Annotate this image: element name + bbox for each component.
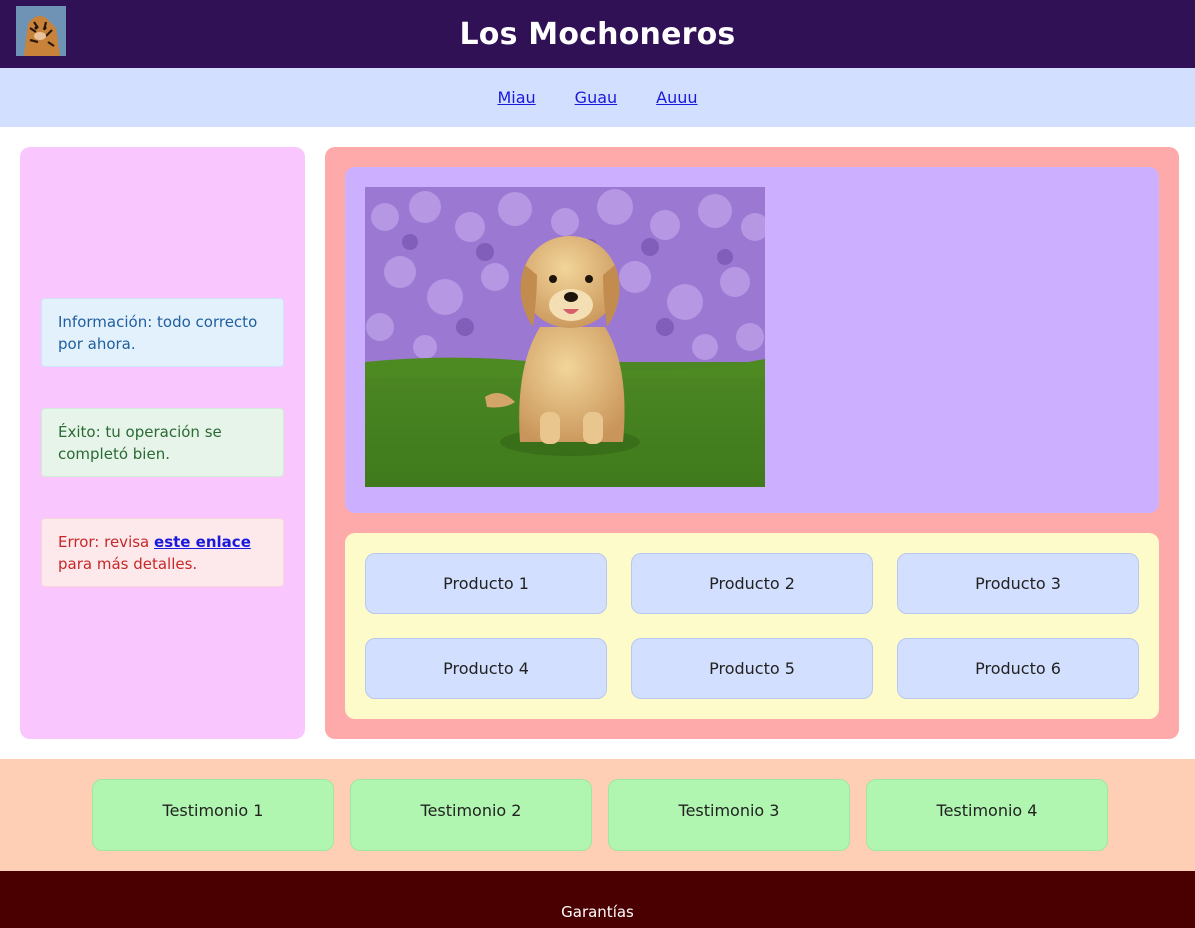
nav-link-miau[interactable]: Miau [497, 88, 535, 107]
product-card-2[interactable]: Producto 2 [631, 553, 873, 614]
products-section: Producto 1 Producto 2 Producto 3 Product… [345, 533, 1159, 719]
site-title: Los Mochoneros [459, 16, 736, 52]
main-content: Producto 1 Producto 2 Producto 3 Product… [325, 147, 1179, 739]
error-alert-prefix: Error: revisa [58, 533, 155, 551]
product-card-5[interactable]: Producto 5 [631, 638, 873, 699]
product-card-4[interactable]: Producto 4 [365, 638, 607, 699]
sidebar: Información: todo correcto por ahora. Éx… [20, 147, 305, 739]
info-alert: Información: todo correcto por ahora. [41, 298, 284, 367]
error-details-link[interactable]: este enlace [154, 533, 251, 551]
success-alert: Éxito: tu operación se completó bien. [41, 408, 284, 477]
testimonial-card-1[interactable]: Testimonio 1 [92, 779, 334, 851]
nav-link-guau[interactable]: Guau [575, 88, 617, 107]
error-alert: Error: revisa este enlace para más detal… [41, 518, 284, 587]
testimonials-section: Testimonio 1 Testimonio 2 Testimonio 3 T… [0, 759, 1195, 871]
main-nav: Miau Guau Auuu [0, 68, 1195, 127]
site-header: Los Mochoneros [0, 0, 1195, 68]
error-alert-suffix: para más detalles. [58, 555, 198, 573]
testimonial-card-4[interactable]: Testimonio 4 [866, 779, 1108, 851]
footer-text: Garantías [561, 903, 634, 921]
testimonial-card-3[interactable]: Testimonio 3 [608, 779, 850, 851]
testimonial-card-2[interactable]: Testimonio 2 [350, 779, 592, 851]
product-card-6[interactable]: Producto 6 [897, 638, 1139, 699]
site-footer: Garantías [0, 871, 1195, 928]
hero-section [345, 167, 1159, 513]
nav-link-auuu[interactable]: Auuu [656, 88, 697, 107]
tiger-logo-icon[interactable] [16, 6, 66, 56]
puppy-photo-icon [365, 187, 765, 487]
product-card-3[interactable]: Producto 3 [897, 553, 1139, 614]
product-card-1[interactable]: Producto 1 [365, 553, 607, 614]
